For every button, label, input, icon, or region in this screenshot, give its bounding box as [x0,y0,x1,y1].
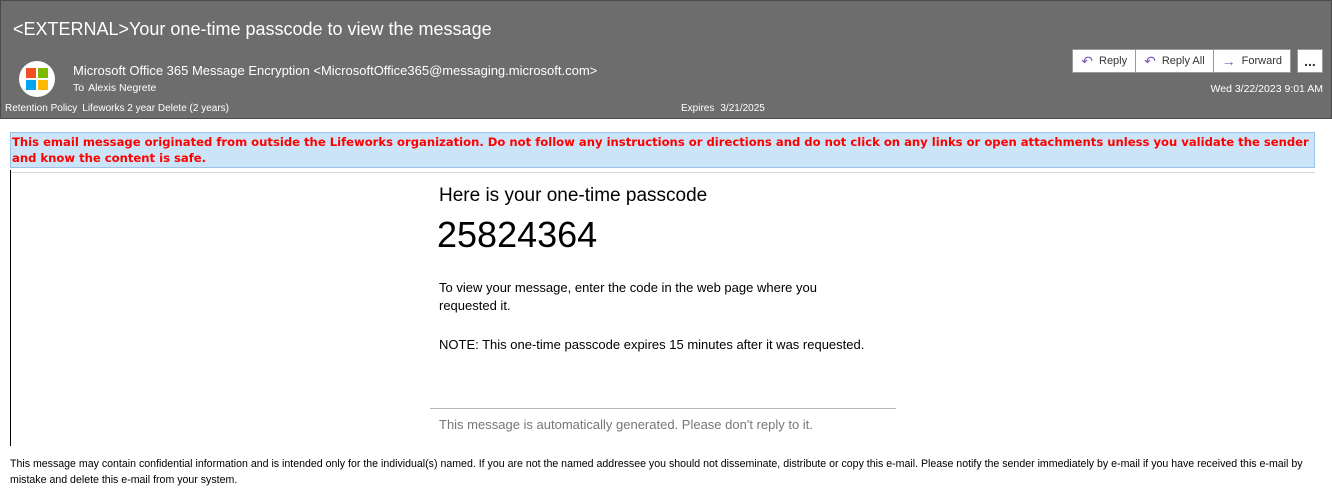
microsoft-logo-icon [26,68,48,90]
message-subject: <EXTERNAL>Your one-time passcode to view… [13,19,492,39]
passcode-value: 25824364 [437,214,598,255]
to-label: To [73,82,85,94]
reply-button[interactable]: ↶ Reply [1072,49,1137,73]
message-actions: ↶ Reply ↶ Reply All → Forward ... [1072,49,1323,73]
reply-icon: ↶ [1081,52,1093,69]
expires-label: Expires [681,103,715,114]
banner-divider [10,172,1315,173]
recipient-name[interactable]: Alexis Negrete [88,82,156,94]
received-date: Wed 3/22/2023 9:01 AM [1210,83,1323,95]
reply-label: Reply [1099,55,1128,67]
confidentiality-disclaimer: This message may contain confidential in… [10,458,1303,486]
message-body-border [10,170,11,446]
expiry-note: NOTE: This one-time passcode expires 15 … [439,337,865,352]
retention-policy: Retention Policy Lifeworks 2 year Delete … [5,103,229,114]
retention-label: Retention Policy [5,103,78,114]
forward-label: Forward [1241,55,1282,67]
more-actions-button[interactable]: ... [1297,49,1323,73]
passcode-heading: Here is your one-time passcode [439,185,708,206]
message-header: <EXTERNAL>Your one-time passcode to view… [0,0,1332,119]
reply-all-button[interactable]: ↶ Reply All [1135,49,1214,73]
instructions-text: To view your message, enter the code in … [439,280,817,313]
expires-value: 3/21/2025 [720,103,765,114]
expiration: Expires 3/21/2025 [681,103,765,114]
auto-generated-notice: This message is automatically generated.… [439,417,813,432]
external-warning-banner: This email message originated from outsi… [10,132,1315,168]
sender-avatar [19,61,55,97]
sender-name[interactable]: Microsoft Office 365 Message Encryption … [73,63,597,78]
retention-value: Lifeworks 2 year Delete (2 years) [82,103,229,114]
reply-all-label: Reply All [1161,55,1205,67]
forward-icon: → [1221,53,1236,69]
recipient-line: To Alexis Negrete [73,82,156,94]
reply-all-icon: ↶ [1144,52,1156,69]
forward-button[interactable]: → Forward [1212,49,1291,73]
content-divider [430,408,896,409]
